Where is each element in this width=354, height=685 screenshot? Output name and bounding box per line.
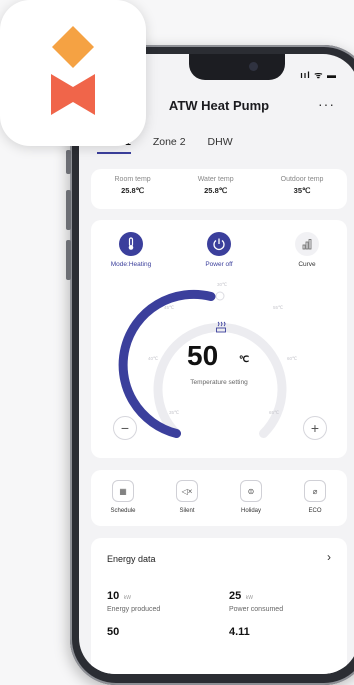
status-bar-icons: ııl ᯤ ▬ <box>300 70 337 80</box>
set-temperature-value: 50 <box>187 340 219 371</box>
heating-mode-icon <box>215 321 227 336</box>
suitcase-icon: ⊜ <box>240 480 262 502</box>
energy-title: Energy data <box>107 554 156 564</box>
phone-side-button <box>66 150 71 174</box>
energy-row-3-right-value: 4.11 <box>229 626 250 638</box>
water-temp-label: Water temp <box>197 176 234 183</box>
room-temp: Room temp 25.8℃ <box>115 169 151 209</box>
power-consumed-unit: kW <box>245 595 253 601</box>
energy-row-3-right: 4.11 <box>229 622 250 640</box>
outdoor-temp: Outdoor temp 35℃ <box>281 169 324 209</box>
schedule-label: Schedule <box>110 508 136 514</box>
power-consumed: 25 kW Power consumed <box>229 586 283 613</box>
tab-dhw[interactable]: DHW <box>208 136 233 154</box>
water-temp-value: 25.8℃ <box>204 186 228 195</box>
dial-tick-label: 60℃ <box>287 356 298 361</box>
room-temp-label: Room temp <box>114 176 151 183</box>
room-temp-value: 25.8℃ <box>121 186 145 195</box>
app-logo-icon <box>0 0 146 146</box>
eco-button[interactable]: ⌀ ECO <box>290 470 340 526</box>
set-temperature-label: Temperature setting <box>190 379 248 386</box>
tab-zone-2[interactable]: Zone 2 <box>153 136 186 154</box>
energy-produced-value: 10 <box>107 590 120 602</box>
holiday-button[interactable]: ⊜ Holiday <box>226 470 276 526</box>
chevron-right-icon[interactable]: › <box>327 550 331 564</box>
energy-produced-label: Energy produced <box>107 606 161 613</box>
leaf-icon: ⌀ <box>304 480 326 502</box>
dial-tick-label: 55℃ <box>273 305 284 310</box>
set-temperature-unit: ℃ <box>239 354 250 364</box>
outdoor-temp-label: Outdoor temp <box>280 176 324 183</box>
phone-side-button <box>66 240 71 280</box>
more-menu-button[interactable]: ··· <box>318 96 335 112</box>
phone-side-button <box>66 190 71 230</box>
schedule-button[interactable]: ▦ Schedule <box>98 470 148 526</box>
energy-produced: 10 kW Energy produced <box>107 586 160 613</box>
energy-row-3-left-value: 50 <box>107 626 120 638</box>
dial-tick-label: 35℃ <box>169 410 180 415</box>
dial-thumb <box>215 291 225 301</box>
mode-shortcuts-card: ▦ Schedule ◁× Silent ⊜ Holiday ⌀ ECO <box>91 470 347 526</box>
increase-temperature-button[interactable]: + <box>303 416 327 440</box>
power-consumed-label: Power consumed <box>229 606 284 613</box>
app-screen: ııl ᯤ ▬ ATW Heat Pump ··· Zone 1 Zone 2 … <box>79 54 354 674</box>
camera-icon <box>249 62 258 71</box>
dial-tick-label: 30℃ <box>217 282 228 287</box>
dial-tick-label: 40℃ <box>148 356 159 361</box>
energy-data-card[interactable]: Energy data › 10 kW Energy produced 25 k… <box>91 538 347 674</box>
energy-produced-unit: kW <box>123 595 131 601</box>
silent-label: Silent <box>179 508 195 514</box>
silent-button[interactable]: ◁× Silent <box>162 470 212 526</box>
speaker-mute-icon: ◁× <box>176 480 198 502</box>
power-consumed-value: 25 <box>229 590 242 602</box>
energy-row-3-left: 50 <box>107 622 119 640</box>
outdoor-temp-value: 35℃ <box>293 186 311 195</box>
holiday-label: Holiday <box>240 508 261 514</box>
eco-label: ECO <box>308 508 322 514</box>
dial-tick-label: 45℃ <box>164 305 175 310</box>
decrease-temperature-button[interactable]: − <box>113 416 137 440</box>
temperature-control-card: Mode:Heating Power off Curve 30℃ 45℃ 55℃… <box>91 220 347 458</box>
phone-notch <box>189 54 285 80</box>
dial-tick-label: 65℃ <box>269 410 280 415</box>
calendar-icon: ▦ <box>112 480 134 502</box>
temperature-summary-card: Room temp 25.8℃ Water temp 25.8℃ Outdoor… <box>91 169 347 209</box>
water-temp: Water temp 25.8℃ <box>198 169 234 209</box>
